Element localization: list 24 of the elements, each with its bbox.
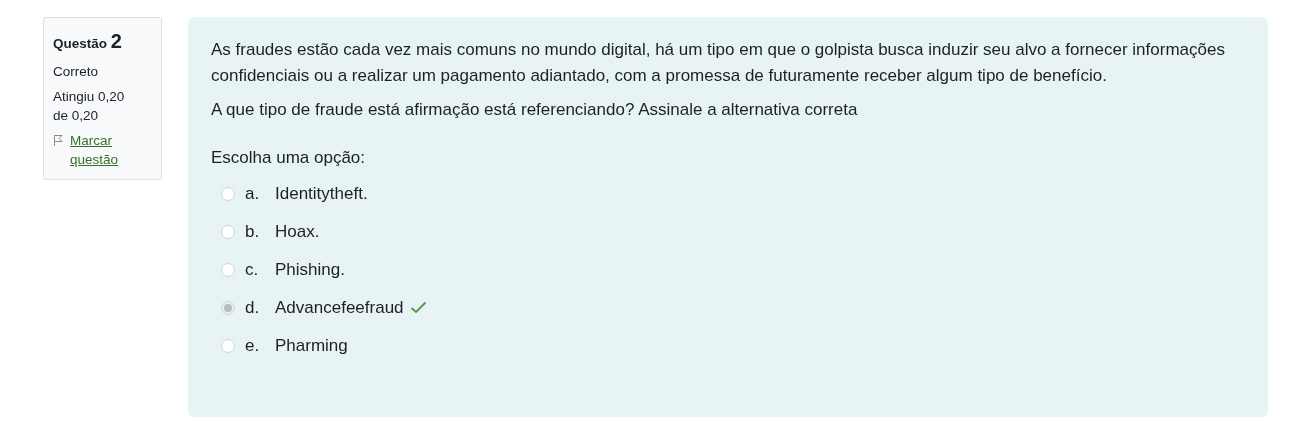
flag-icon xyxy=(53,134,63,146)
option-text: Identitytheft. xyxy=(275,182,368,205)
option-letter: e. xyxy=(245,334,261,357)
radio-button[interactable] xyxy=(221,300,235,315)
radio-button[interactable] xyxy=(221,224,235,239)
option-letter: c. xyxy=(245,258,260,281)
option-letter: b. xyxy=(245,220,261,243)
option-letter: d. xyxy=(245,296,261,319)
radio-button[interactable] xyxy=(221,262,235,277)
question-text: A que tipo de fraude está afirmação está referenciando? Assinale a alternativa correta xyxy=(211,99,859,121)
flag-question-link[interactable]: Marcar questão xyxy=(70,131,140,169)
question-grade: Atingiu 0,20 de 0,20 xyxy=(53,88,126,125)
question-state: Correto xyxy=(53,63,99,81)
question-label: Questão xyxy=(53,36,107,51)
option-text: Hoax. xyxy=(275,220,320,243)
question-number: 2 xyxy=(110,30,122,52)
option-text: Advancefeefraud xyxy=(275,296,404,319)
option-text: Pharming xyxy=(275,334,348,357)
question-text: As fraudes estão cada vez mais comuns no mundo digital, há um tipo em que o golpista busca induzir seu alvo a fornecer informações confidenciais ou a realizar um pagamento adiantado, com a promessa de futuramente receber algum tipo de benefício. xyxy=(211,39,1226,87)
radio-button[interactable] xyxy=(221,186,235,201)
option-text: Phishing. xyxy=(275,258,345,281)
radio-button[interactable] xyxy=(221,338,235,353)
option-letter: a. xyxy=(245,182,261,205)
choice-prompt: Escolha uma opção: xyxy=(211,147,367,169)
